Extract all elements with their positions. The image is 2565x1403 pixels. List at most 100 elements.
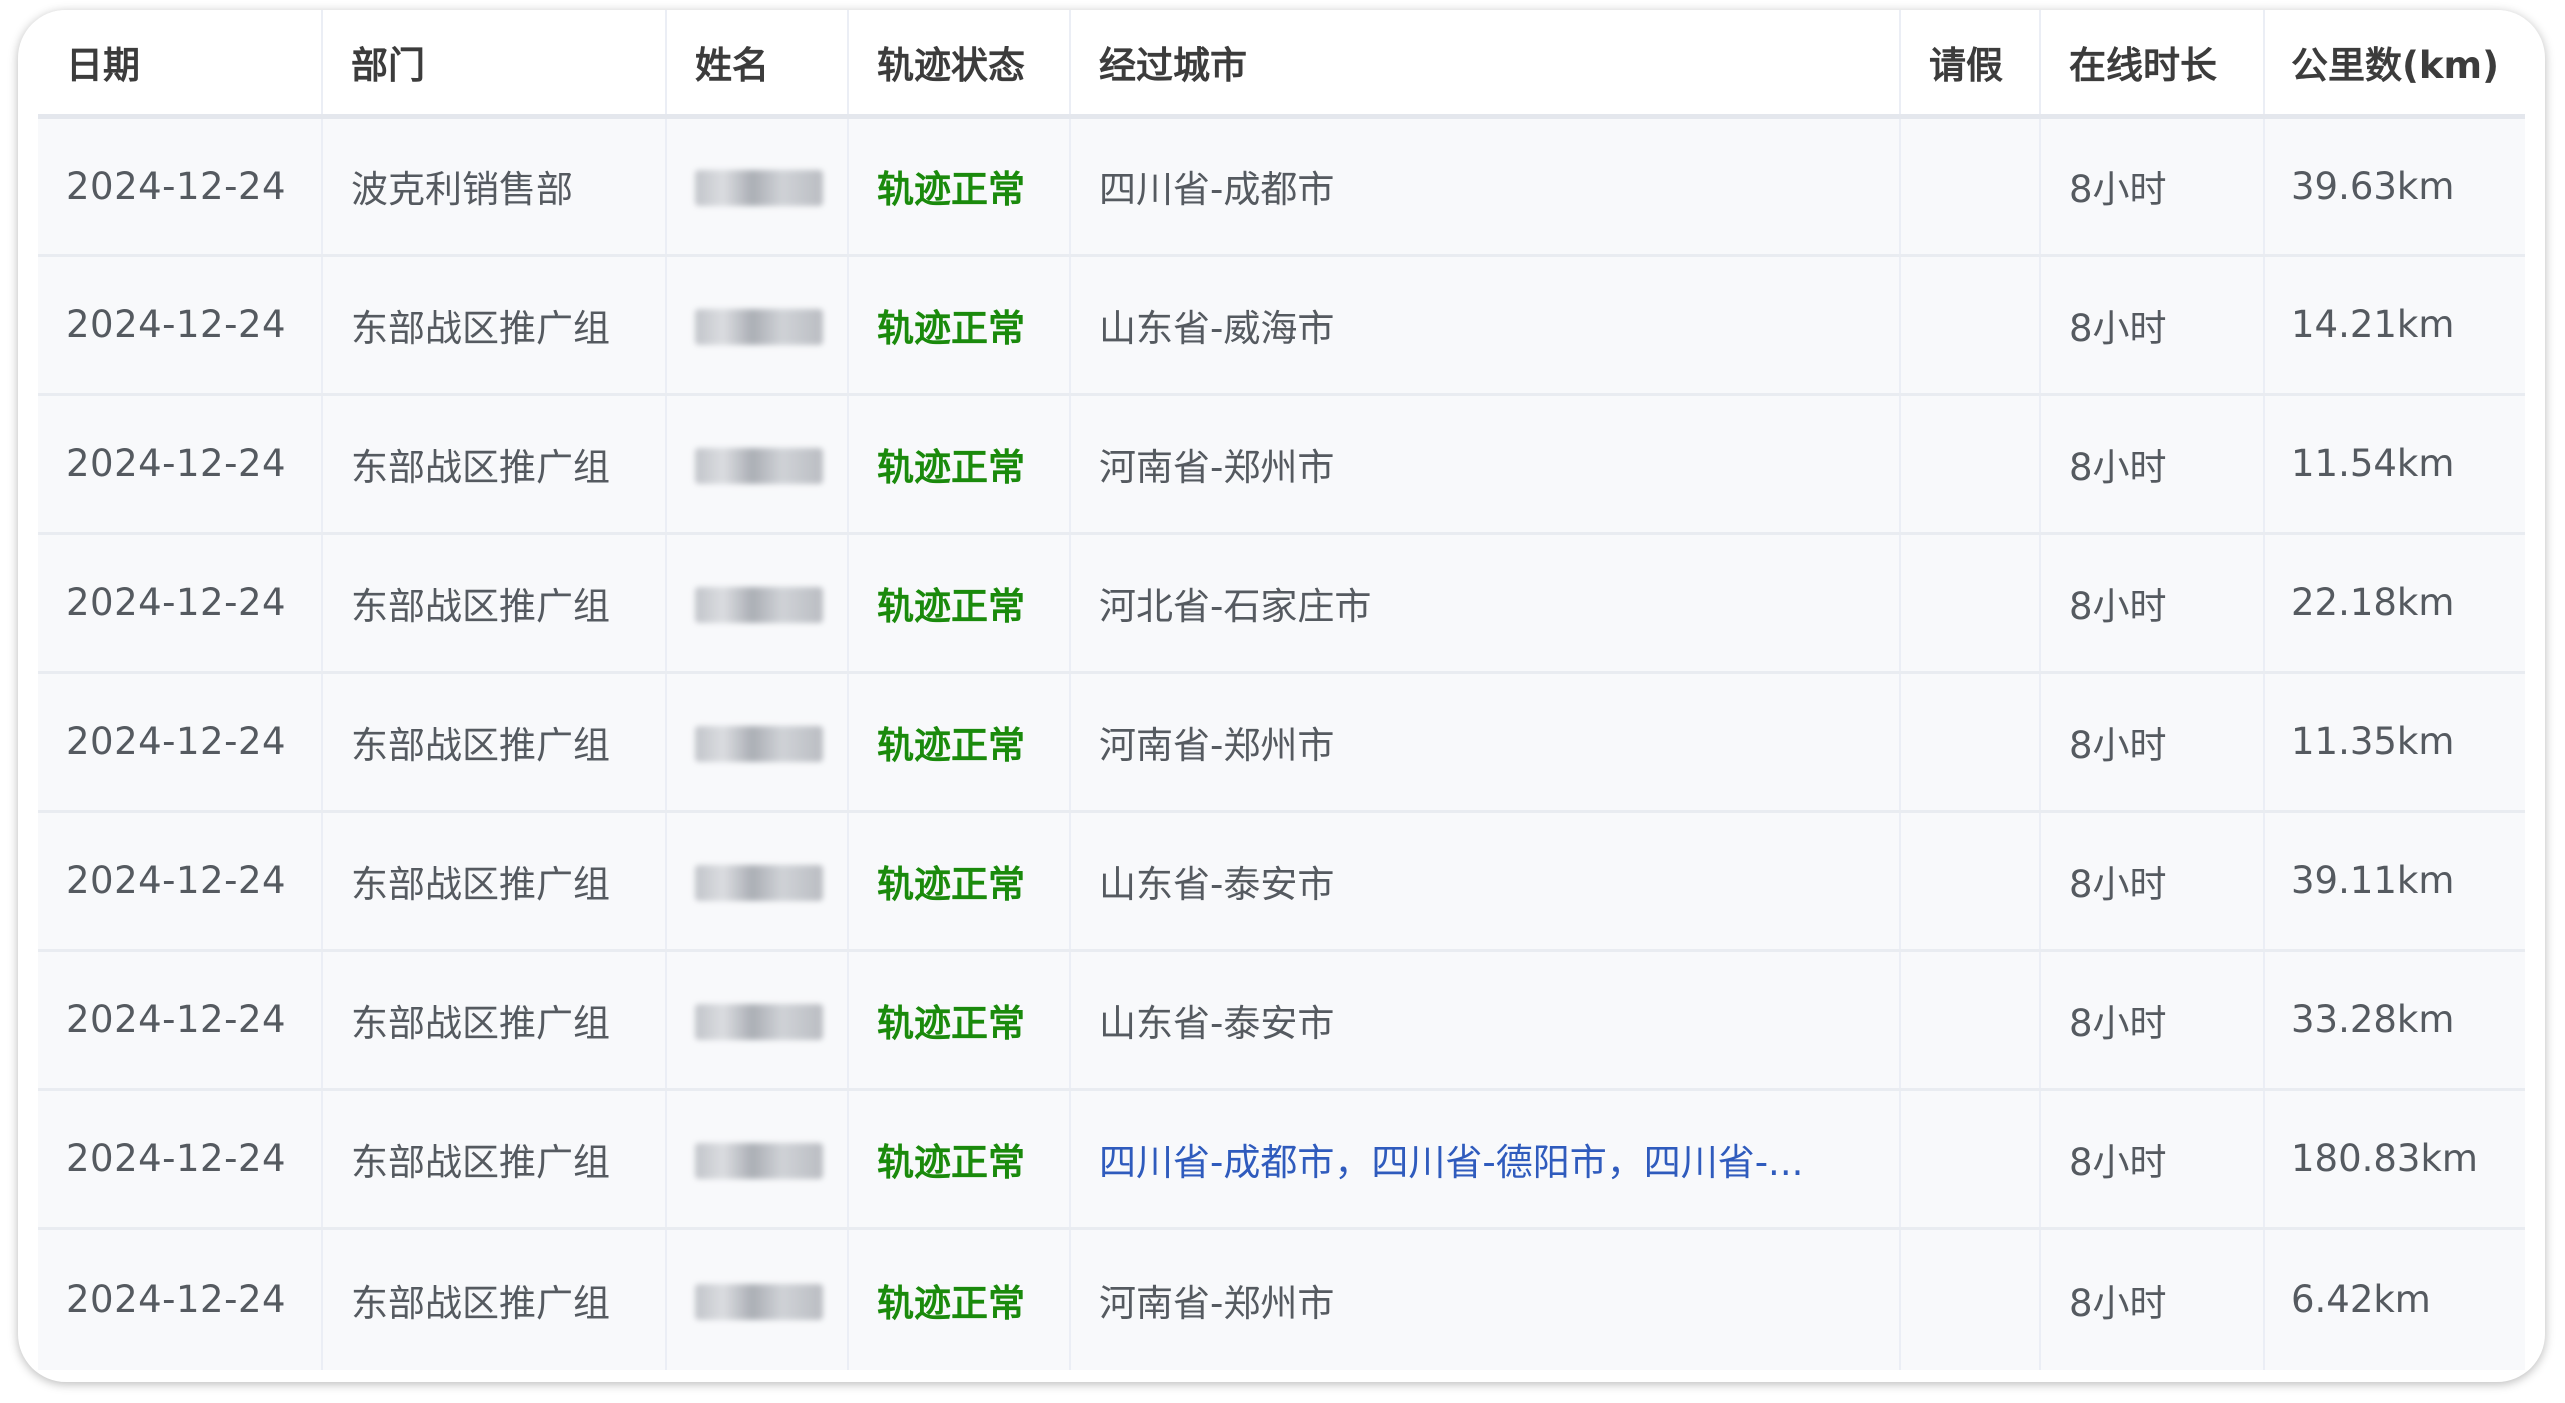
column-header-date[interactable]: 日期 [38,10,323,119]
blurred-name [695,1283,823,1320]
table-row[interactable]: 2024-12-24 东部战区推广组 轨迹正常 山东省-威海市 8小时 14.2… [38,255,2525,396]
cell-cities-link[interactable]: 四川省-成都市，四川省-德阳市，四川省-... [1070,1089,1901,1230]
cell-km: 14.21km [2264,255,2525,396]
cell-date: 2024-12-24 [38,394,323,535]
cell-dept: 东部战区推广组 [322,811,667,952]
table-row[interactable]: 2024-12-24 波克利销售部 轨迹正常 四川省-成都市 8小时 39.63… [38,116,2525,257]
column-header-leave[interactable]: 请假 [1900,10,2041,119]
cell-km: 39.63km [2264,116,2525,257]
cell-name [666,533,849,674]
cell-km: 39.11km [2264,811,2525,952]
table-row[interactable]: 2024-12-24 东部战区推广组 轨迹正常 山东省-泰安市 8小时 33.2… [38,950,2525,1091]
cell-cities: 河南省-郑州市 [1070,394,1901,535]
cell-name [666,255,849,396]
cell-name [666,811,849,952]
blurred-name [695,586,823,623]
cell-dept: 波克利销售部 [322,116,667,257]
cell-leave [1900,950,2041,1091]
cell-name [666,394,849,535]
cell-name [666,672,849,813]
cell-name [666,1089,849,1230]
column-header-cities[interactable]: 经过城市 [1070,10,1901,119]
cell-status: 轨迹正常 [848,811,1071,952]
cell-leave [1900,811,2041,952]
table-row[interactable]: 2024-12-24 东部战区推广组 轨迹正常 四川省-成都市，四川省-德阳市，… [38,1089,2525,1230]
cell-status: 轨迹正常 [848,672,1071,813]
column-header-status[interactable]: 轨迹状态 [848,10,1071,119]
table-row[interactable]: 2024-12-24 东部战区推广组 轨迹正常 河南省-郑州市 8小时 11.3… [38,672,2525,813]
table-row[interactable]: 2024-12-24 东部战区推广组 轨迹正常 河北省-石家庄市 8小时 22.… [38,533,2525,674]
cell-status: 轨迹正常 [848,950,1071,1091]
track-records-table: 日期 部门 姓名 轨迹状态 经过城市 请假 在线时长 公里数(km) 2024-… [38,10,2525,1370]
column-header-km[interactable]: 公里数(km) [2264,10,2525,119]
cell-name [666,950,849,1091]
cell-online: 8小时 [2040,950,2265,1091]
cell-dept: 东部战区推广组 [322,533,667,674]
cell-km: 11.54km [2264,394,2525,535]
cell-online: 8小时 [2040,1089,2265,1230]
cell-km: 180.83km [2264,1089,2525,1230]
cell-status: 轨迹正常 [848,255,1071,396]
cell-status: 轨迹正常 [848,1228,1071,1370]
blurred-name [695,864,823,901]
table-row[interactable]: 2024-12-24 东部战区推广组 轨迹正常 河南省-郑州市 8小时 6.42… [38,1228,2525,1370]
blurred-name [695,1142,823,1179]
cell-leave [1900,1089,2041,1230]
cell-cities: 河南省-郑州市 [1070,672,1901,813]
cell-date: 2024-12-24 [38,1089,323,1230]
cell-km: 6.42km [2264,1228,2525,1370]
cell-date: 2024-12-24 [38,811,323,952]
cell-status: 轨迹正常 [848,116,1071,257]
cell-date: 2024-12-24 [38,533,323,674]
blurred-name [695,170,823,206]
cell-dept: 东部战区推广组 [322,255,667,396]
cell-status: 轨迹正常 [848,1089,1071,1230]
table-row[interactable]: 2024-12-24 东部战区推广组 轨迹正常 河南省-郑州市 8小时 11.5… [38,394,2525,535]
cell-date: 2024-12-24 [38,1228,323,1370]
cell-leave [1900,672,2041,813]
cell-dept: 东部战区推广组 [322,394,667,535]
cell-dept: 东部战区推广组 [322,950,667,1091]
cell-name [666,116,849,257]
track-table-card: 日期 部门 姓名 轨迹状态 经过城市 请假 在线时长 公里数(km) 2024-… [18,10,2545,1382]
cell-status: 轨迹正常 [848,533,1071,674]
cell-cities: 山东省-泰安市 [1070,950,1901,1091]
cell-online: 8小时 [2040,672,2265,813]
cell-leave [1900,116,2041,257]
cell-cities: 河南省-郑州市 [1070,1228,1901,1370]
column-header-online[interactable]: 在线时长 [2040,10,2265,119]
column-header-name[interactable]: 姓名 [666,10,849,119]
cell-km: 22.18km [2264,533,2525,674]
cell-km: 33.28km [2264,950,2525,1091]
table-header-row: 日期 部门 姓名 轨迹状态 经过城市 请假 在线时长 公里数(km) [38,10,2525,119]
cell-dept: 东部战区推广组 [322,1089,667,1230]
cell-leave [1900,394,2041,535]
cell-online: 8小时 [2040,533,2265,674]
cell-leave [1900,255,2041,396]
cell-cities: 山东省-泰安市 [1070,811,1901,952]
cell-cities: 山东省-威海市 [1070,255,1901,396]
cell-online: 8小时 [2040,255,2265,396]
cell-date: 2024-12-24 [38,950,323,1091]
cell-online: 8小时 [2040,1228,2265,1370]
blurred-name [695,1003,823,1040]
cell-date: 2024-12-24 [38,672,323,813]
cell-leave [1900,1228,2041,1370]
table-row[interactable]: 2024-12-24 东部战区推广组 轨迹正常 山东省-泰安市 8小时 39.1… [38,811,2525,952]
cell-cities: 四川省-成都市 [1070,116,1901,257]
cell-status: 轨迹正常 [848,394,1071,535]
column-header-dept[interactable]: 部门 [322,10,667,119]
cell-date: 2024-12-24 [38,255,323,396]
blurred-name [695,725,823,762]
cell-dept: 东部战区推广组 [322,1228,667,1370]
cell-online: 8小时 [2040,811,2265,952]
blurred-name [695,308,823,345]
cell-cities: 河北省-石家庄市 [1070,533,1901,674]
cell-km: 11.35km [2264,672,2525,813]
cell-leave [1900,533,2041,674]
cell-date: 2024-12-24 [38,116,323,257]
cell-online: 8小时 [2040,394,2265,535]
cell-name [666,1228,849,1370]
blurred-name [695,447,823,484]
cell-online: 8小时 [2040,116,2265,257]
